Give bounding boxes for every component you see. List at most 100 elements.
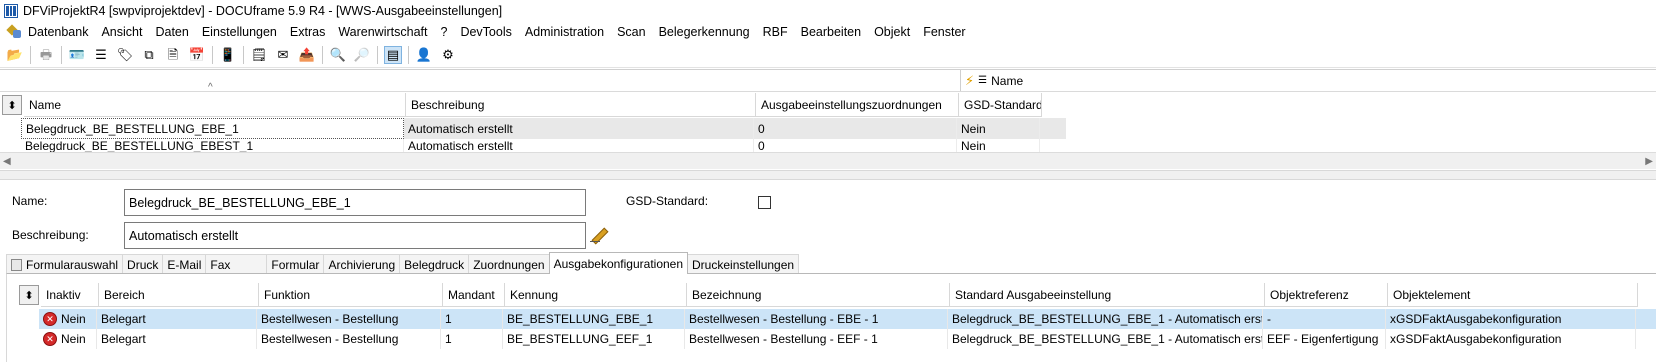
menu-extras[interactable]: Extras	[290, 25, 325, 39]
contact-card-icon[interactable]: 🪪	[68, 46, 86, 64]
col-header-zuordnungen[interactable]: Ausgabeeinstellungszuordnungen	[756, 93, 959, 117]
gsd-standard-checkbox[interactable]	[758, 196, 771, 209]
tab-email[interactable]: E-Mail	[162, 254, 207, 274]
toolbar-separator	[30, 45, 31, 64]
cell-bezeichnung[interactable]: Bestellwesen - Bestellung - EBE - 1	[685, 309, 948, 329]
col-header-name[interactable]: Name	[24, 93, 406, 117]
cell-standard[interactable]: Belegdruck_BE_BESTELLUNG_EBE_1 - Automat…	[948, 329, 1263, 349]
cell-beschreibung[interactable]: Automatisch erstellt	[404, 139, 754, 152]
calendar-icon[interactable]: 📅	[188, 46, 206, 64]
export-icon[interactable]: 📤	[298, 46, 316, 64]
menu-daten[interactable]: Daten	[155, 25, 188, 39]
cell-inaktiv[interactable]: ✕ Nein	[39, 309, 97, 329]
tab-archivierung[interactable]: Archivierung	[323, 254, 401, 274]
list-icon[interactable]: ☰	[92, 46, 110, 64]
tab-formularauswahl[interactable]: Formularauswahl	[6, 254, 124, 274]
sort-toggle-button[interactable]: ⬍	[2, 95, 22, 115]
cell-kennung[interactable]: BE_BESTELLUNG_EBE_1	[503, 309, 685, 329]
table-row[interactable]: Belegdruck_BE_BESTELLUNG_EBEST_1 Automat…	[21, 139, 1066, 152]
scroll-left-icon[interactable]: ◀	[3, 156, 11, 167]
user-tools-icon[interactable]: ⚙	[439, 46, 457, 64]
cell-standard[interactable]: Belegdruck_BE_BESTELLUNG_EBE_1 - Automat…	[948, 309, 1263, 329]
menu-einstellungen[interactable]: Einstellungen	[202, 25, 277, 39]
menu-devtools[interactable]: DevTools	[460, 25, 511, 39]
col-header-objektelement[interactable]: Objektelement	[1388, 283, 1638, 307]
menu-fenster[interactable]: Fenster	[923, 25, 965, 39]
cell-inaktiv[interactable]: ✕ Nein	[39, 329, 97, 349]
col-header-gsd-standard[interactable]: GSD-Standard	[959, 93, 1042, 117]
panel-splitter[interactable]	[0, 170, 1656, 180]
cell-objektelement[interactable]: xGSDFaktAusgabekonfiguration	[1386, 329, 1636, 349]
print-icon[interactable]: 🖶	[37, 46, 55, 64]
cell-beschreibung[interactable]: Automatisch erstellt	[404, 118, 754, 139]
cell-objektreferenz[interactable]: EEF - Eigenfertigung	[1263, 329, 1386, 349]
col-header-kennung[interactable]: Kennung	[505, 283, 687, 307]
menu-belegerkennung[interactable]: Belegerkennung	[659, 25, 750, 39]
scroll-right-icon[interactable]: ▶	[1645, 156, 1653, 167]
col-header-mandant[interactable]: Mandant	[443, 283, 505, 307]
menu-objekt[interactable]: Objekt	[874, 25, 910, 39]
menu-ansicht[interactable]: Ansicht	[101, 25, 142, 39]
tab-druck[interactable]: Druck	[122, 254, 164, 274]
horizontal-scrollbar[interactable]: ◀ ▶	[0, 152, 1656, 169]
tab-belegdruck[interactable]: Belegdruck	[399, 254, 470, 274]
app-menu-icon[interactable]	[6, 24, 22, 40]
tab-fax[interactable]: Fax	[205, 254, 268, 274]
tab-formular[interactable]: Formular	[266, 254, 325, 274]
cell-gsd[interactable]: Nein	[957, 139, 1040, 152]
col-header-standard[interactable]: Standard Ausgabeeinstellung	[950, 283, 1265, 307]
cell-bezeichnung[interactable]: Bestellwesen - Bestellung - EEF - 1	[685, 329, 948, 349]
col-header-bezeichnung[interactable]: Bezeichnung	[687, 283, 950, 307]
tab-zuordnungen[interactable]: Zuordnungen	[468, 254, 550, 274]
table-row[interactable]: Belegdruck_BE_BESTELLUNG_EBE_1 Automatis…	[21, 118, 1066, 139]
table-row[interactable]: ✕ Nein Belegart Bestellwesen - Bestellun…	[39, 329, 1656, 349]
cell-objektreferenz[interactable]: -	[1263, 309, 1386, 329]
view-toggle-icon[interactable]: ▤	[384, 45, 402, 64]
cell-zuordnungen[interactable]: 0	[754, 139, 957, 152]
cell-kennung[interactable]: BE_BESTELLUNG_EEF_1	[503, 329, 685, 349]
menu-administration[interactable]: Administration	[525, 25, 604, 39]
document-icon[interactable]: 🗎	[164, 46, 182, 64]
search-settings-icon[interactable]: 🔎	[353, 46, 371, 64]
phone-icon[interactable]: 📱	[219, 46, 237, 64]
user-search-icon[interactable]: 👤	[415, 46, 433, 64]
cell-zuordnungen[interactable]: 0	[754, 118, 957, 139]
col-header-objektreferenz[interactable]: Objektreferenz	[1265, 283, 1388, 307]
cell-bereich[interactable]: Belegart	[97, 329, 257, 349]
tab-ausgabekonfigurationen[interactable]: Ausgabekonfigurationen	[548, 252, 689, 274]
cell-mandant[interactable]: 1	[441, 309, 503, 329]
menu-help[interactable]: ?	[440, 25, 447, 39]
sort-toggle-button[interactable]: ⬍	[19, 285, 39, 305]
folder-open-icon[interactable]: 📂	[6, 46, 24, 64]
document-list-icon[interactable]: 🗒	[250, 46, 268, 64]
envelope-icon[interactable]: ✉	[274, 46, 292, 64]
cell-mandant[interactable]: 1	[441, 329, 503, 349]
cell-funktion[interactable]: Bestellwesen - Bestellung	[257, 329, 441, 349]
beschreibung-field[interactable]: Automatisch erstellt	[124, 222, 586, 249]
pencil-edit-icon[interactable]	[590, 226, 608, 244]
group-name-header[interactable]: ⚡ ☰ Name	[960, 70, 1656, 91]
menu-scan[interactable]: Scan	[617, 25, 646, 39]
table-row[interactable]: ✕ Nein Belegart Bestellwesen - Bestellun…	[39, 309, 1656, 329]
menu-datenbank[interactable]: Datenbank	[28, 25, 88, 39]
col-header-funktion[interactable]: Funktion	[259, 283, 443, 307]
menu-rbf[interactable]: RBF	[763, 25, 788, 39]
col-header-beschreibung[interactable]: Beschreibung	[406, 93, 756, 117]
menu-warenwirtschaft[interactable]: Warenwirtschaft	[338, 25, 427, 39]
cell-name[interactable]: Belegdruck_BE_BESTELLUNG_EBEST_1	[21, 139, 404, 152]
cell-funktion[interactable]: Bestellwesen - Bestellung	[257, 309, 441, 329]
search-icon[interactable]: 🔍	[329, 46, 347, 64]
tab-strip: Formularauswahl Druck E-Mail Fax Formula…	[6, 252, 800, 274]
col-header-bereich[interactable]: Bereich	[99, 283, 259, 307]
cell-bereich[interactable]: Belegart	[97, 309, 257, 329]
tag-icon[interactable]: 🏷	[116, 46, 134, 64]
tab-druckeinstellungen[interactable]: Druckeinstellungen	[687, 254, 800, 274]
col-header-inaktiv[interactable]: Inaktiv	[41, 283, 99, 307]
cell-name[interactable]: Belegdruck_BE_BESTELLUNG_EBE_1	[21, 118, 404, 139]
upper-list-panel: ⚡ ☰ Name ^ ⬍ Name Beschreibung Ausgabeei…	[0, 69, 1656, 169]
cell-gsd[interactable]: Nein	[957, 118, 1040, 139]
cell-objektelement[interactable]: xGSDFaktAusgabekonfiguration	[1386, 309, 1636, 329]
menu-bearbeiten[interactable]: Bearbeiten	[801, 25, 861, 39]
name-field[interactable]: Belegdruck_BE_BESTELLUNG_EBE_1	[124, 189, 586, 216]
layers-icon[interactable]: ⧉	[140, 46, 158, 64]
